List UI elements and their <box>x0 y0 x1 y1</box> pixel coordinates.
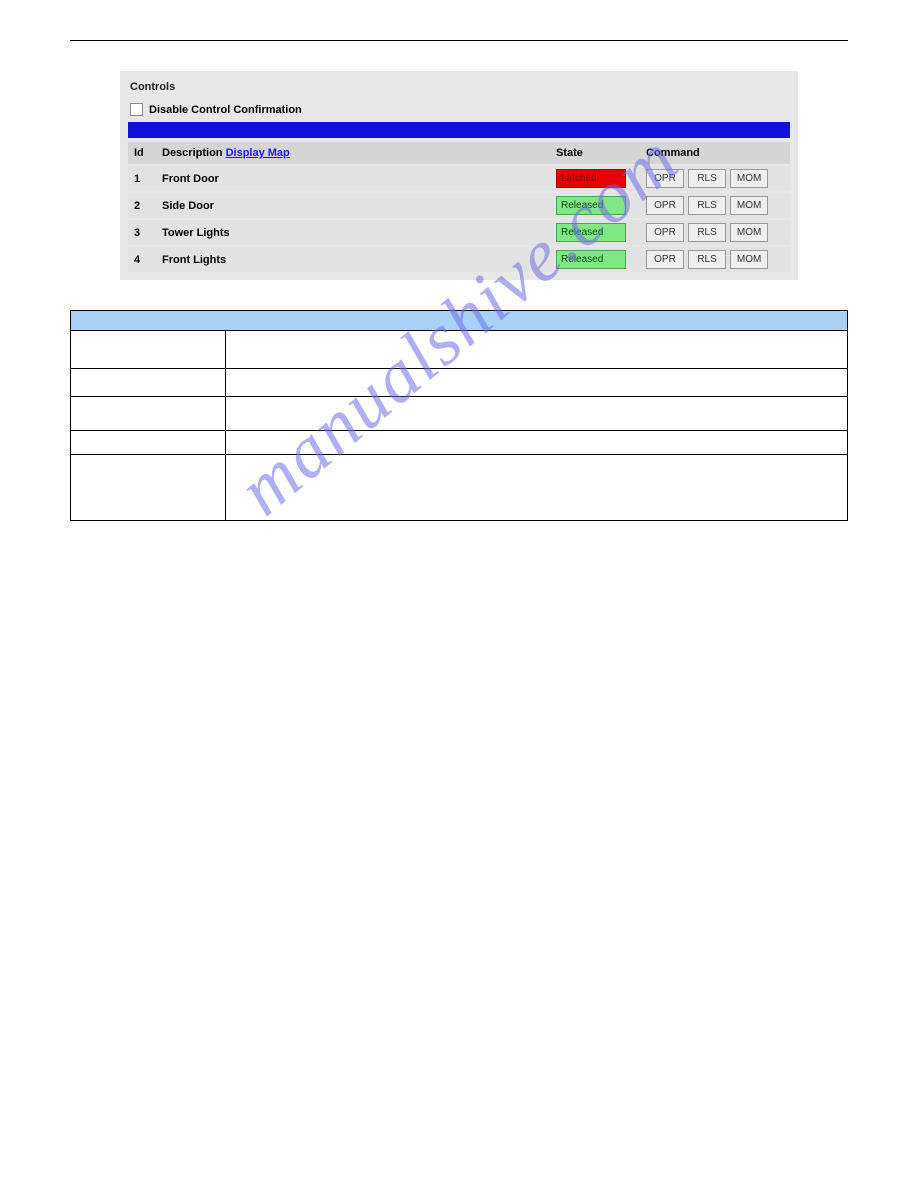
cell <box>71 369 226 397</box>
lower-table-header <box>71 311 848 331</box>
cell <box>226 369 848 397</box>
disable-confirmation-label: Disable Control Confirmation <box>149 104 302 116</box>
state-badge-released: Released <box>556 196 626 215</box>
table-row: 4 Front Lights Released OPR RLS MOM <box>128 247 790 272</box>
rls-button[interactable]: RLS <box>688 196 726 215</box>
cell-description: Front Door <box>156 166 550 191</box>
mom-button[interactable]: MOM <box>730 169 768 188</box>
cell-description: Tower Lights <box>156 220 550 245</box>
opr-button[interactable]: OPR <box>646 169 684 188</box>
cell <box>71 431 226 455</box>
table-row <box>71 455 848 521</box>
cell-command: OPR RLS MOM <box>640 193 790 218</box>
controls-panel: Controls Disable Control Confirmation Id… <box>120 71 798 280</box>
table-row <box>71 431 848 455</box>
table-row: 2 Side Door Released OPR RLS MOM <box>128 193 790 218</box>
cell <box>226 455 848 521</box>
cell <box>226 331 848 369</box>
table-row <box>71 331 848 369</box>
col-header-description-text: Description <box>162 147 223 159</box>
blue-header-bar <box>128 122 790 138</box>
cell <box>71 455 226 521</box>
cell-description: Side Door <box>156 193 550 218</box>
cell-id: 1 <box>128 166 156 191</box>
rls-button[interactable]: RLS <box>688 223 726 242</box>
cell <box>226 397 848 431</box>
state-badge-released: Released <box>556 250 626 269</box>
opr-button[interactable]: OPR <box>646 196 684 215</box>
cell-description: Front Lights <box>156 247 550 272</box>
cell-command: OPR RLS MOM <box>640 220 790 245</box>
cell-state: Latched <box>550 166 640 191</box>
cell-id: 2 <box>128 193 156 218</box>
disable-confirmation-checkbox[interactable] <box>130 103 143 116</box>
top-horizontal-rule <box>70 40 848 41</box>
cell <box>71 331 226 369</box>
cell <box>71 397 226 431</box>
cell-state: Released <box>550 247 640 272</box>
cell-command: OPR RLS MOM <box>640 247 790 272</box>
controls-header-row: Id Description Display Map State Command <box>128 142 790 164</box>
mom-button[interactable]: MOM <box>730 196 768 215</box>
table-row <box>71 397 848 431</box>
table-row <box>71 369 848 397</box>
controls-table: Id Description Display Map State Command… <box>128 140 790 274</box>
col-header-description: Description Display Map <box>156 142 550 164</box>
mom-button[interactable]: MOM <box>730 223 768 242</box>
rls-button[interactable]: RLS <box>688 250 726 269</box>
col-header-state: State <box>550 142 640 164</box>
display-map-link[interactable]: Display Map <box>226 147 290 159</box>
disable-confirmation-row: Disable Control Confirmation <box>128 101 790 122</box>
state-badge-released: Released <box>556 223 626 242</box>
opr-button[interactable]: OPR <box>646 250 684 269</box>
cell-id: 4 <box>128 247 156 272</box>
table-row: 3 Tower Lights Released OPR RLS MOM <box>128 220 790 245</box>
table-row: 1 Front Door Latched OPR RLS MOM <box>128 166 790 191</box>
controls-tbody: 1 Front Door Latched OPR RLS MOM 2 Side … <box>128 166 790 272</box>
lower-empty-table <box>70 310 848 521</box>
cell-state: Released <box>550 193 640 218</box>
rls-button[interactable]: RLS <box>688 169 726 188</box>
opr-button[interactable]: OPR <box>646 223 684 242</box>
state-badge-latched: Latched <box>556 169 626 188</box>
lower-table-header-row <box>71 311 848 331</box>
mom-button[interactable]: MOM <box>730 250 768 269</box>
cell <box>226 431 848 455</box>
col-header-id: Id <box>128 142 156 164</box>
cell-id: 3 <box>128 220 156 245</box>
cell-command: OPR RLS MOM <box>640 166 790 191</box>
col-header-command: Command <box>640 142 790 164</box>
cell-state: Released <box>550 220 640 245</box>
controls-title: Controls <box>128 77 790 101</box>
